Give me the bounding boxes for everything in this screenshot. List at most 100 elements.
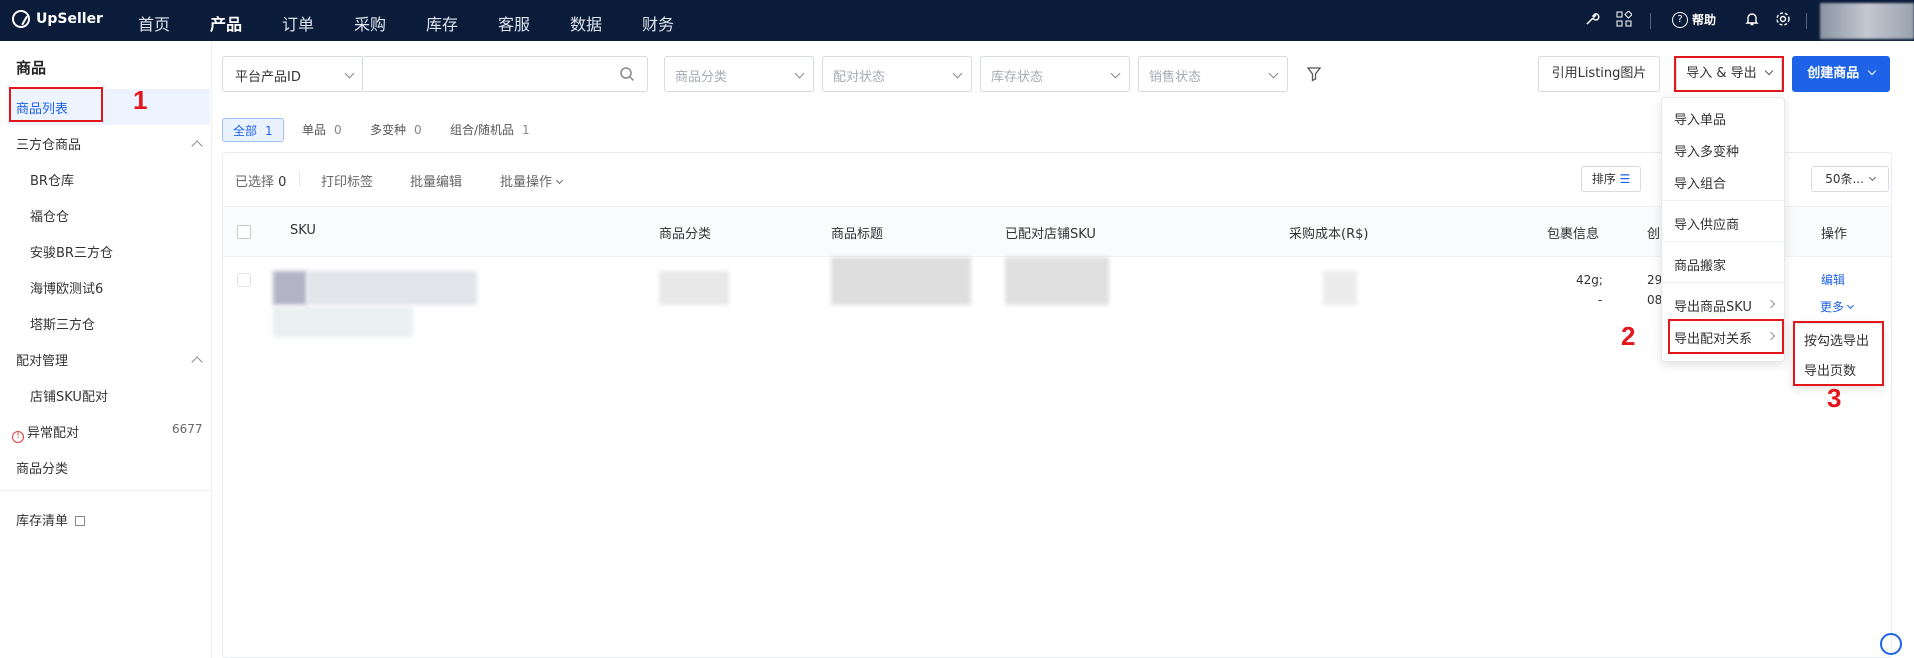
create-product-label: 创建商品 [1807,66,1860,81]
col-created: 创 [1647,227,1661,242]
filter-icon[interactable] [1306,66,1322,86]
nav-products[interactable]: 产品 [210,11,242,35]
package-weight: 42g; [1576,273,1603,287]
sort-button[interactable]: 排序 ☰ [1581,166,1641,192]
chevron-down-icon [794,68,805,79]
col-purchase-cost: 采购成本(R$) [1289,227,1369,242]
stock-status-select[interactable]: 库存状态 [980,56,1130,92]
search-icon[interactable] [619,66,635,86]
chevron-down-icon [1268,68,1279,79]
tab-variant[interactable]: 多变种 0 [370,118,422,142]
menu-import-supplier[interactable]: 导入供应商 [1674,214,1739,233]
sidebar-divider [0,490,212,491]
abnormal-label: 异常配对 [27,426,80,441]
nav-service[interactable]: 客服 [498,11,530,35]
sidebar-item-category[interactable]: 商品分类 [16,458,68,477]
created-date: 29 [1647,273,1663,287]
tab-combo-count: 1 [522,123,530,137]
user-avatar[interactable] [1820,3,1914,39]
help-icon: ? [1672,11,1688,28]
col-actions: 操作 [1821,227,1848,242]
menu-import-combo[interactable]: 导入组合 [1674,173,1726,192]
pair-status-select[interactable]: 配对状态 [822,56,972,92]
category-placeholder: 商品分类 [675,70,728,85]
package-dim: - [1598,293,1603,307]
create-product-button[interactable]: 创建商品 [1792,56,1890,92]
top-nav: UpSeller 首页 产品 订单 采购 库存 客服 数据 财务 ? 帮助 [0,0,1914,41]
sidebar-item-wh-br[interactable]: BR仓库 [30,170,74,189]
sidebar-item-wh-tasi[interactable]: 塔斯三方仓 [30,314,95,333]
tab-single-label: 单品 [302,123,327,137]
sidebar-item-inventory-list[interactable]: 库存清单 [16,510,86,529]
page-size-value: 50条... [1825,172,1864,186]
sidebar-item-abnormal[interactable]: ! 异常配对 [12,422,79,443]
menu-product-move[interactable]: 商品搬家 [1674,255,1726,274]
nav-divider [1650,13,1651,29]
select-all-checkbox[interactable] [237,225,251,239]
app-logo[interactable]: UpSeller [12,10,103,28]
nav-inventory[interactable]: 库存 [426,11,458,35]
help-button[interactable]: ? 帮助 [1672,11,1716,28]
nav-purchase[interactable]: 采购 [354,11,386,35]
sku-text-blurred [307,271,477,305]
menu-import-single[interactable]: 导入单品 [1674,109,1726,128]
search-input[interactable] [362,56,648,92]
tab-all-count: 1 [265,124,273,138]
nav-orders[interactable]: 订单 [282,11,314,35]
app-name: UpSeller [36,11,103,27]
tab-single[interactable]: 单品 0 [302,118,342,142]
edit-link[interactable]: 编辑 [1821,271,1845,288]
tab-combo-label: 组合/随机品 [450,123,515,137]
more-label: 更多 [1820,300,1845,314]
page-size-select[interactable]: 50条... [1811,166,1889,192]
tab-combo[interactable]: 组合/随机品 1 [450,118,530,142]
sidebar-item-store-sku-pairing[interactable]: 店铺SKU配对 [30,386,108,405]
category-blurred [659,271,729,305]
tab-variant-label: 多变种 [370,123,407,137]
gear-icon[interactable] [1775,11,1791,31]
sidebar-item-wh-haibo[interactable]: 海博欧测试6 [30,278,103,297]
sidebar-item-third-party-wh[interactable]: 三方仓商品 [16,134,81,153]
selected-count: 0 [278,175,287,190]
warning-icon: ! [12,431,24,443]
tab-variant-count: 0 [414,123,422,137]
annotation-box-1 [9,87,103,122]
menu-export-sku[interactable]: 导出商品SKU [1674,296,1752,315]
created-time: 08 [1647,293,1663,307]
batch-edit-button[interactable]: 批量编辑 [410,171,462,190]
print-label-button[interactable]: 打印标签 [321,171,373,190]
apps-icon[interactable] [1616,10,1633,31]
sort-icon: ☰ [1619,172,1631,186]
sidebar-item-wh-fu[interactable]: 福仓仓 [30,206,69,225]
more-link[interactable]: 更多 [1820,298,1854,315]
menu-import-variant[interactable]: 导入多变种 [1674,141,1739,160]
listing-image-button[interactable]: 引用Listing图片 [1538,56,1660,92]
batch-ops-button[interactable]: 批量操作 [500,171,564,190]
annotation-number-2: 2 [1621,321,1636,351]
pair-status-placeholder: 配对状态 [833,70,886,85]
sidebar-item-pairing[interactable]: 配对管理 [16,350,68,369]
nav-finance[interactable]: 财务 [642,11,674,35]
tab-single-count: 0 [334,123,342,137]
help-label: 帮助 [1692,13,1717,27]
product-image [273,271,307,305]
sidebar-item-wh-anjun[interactable]: 安骏BR三方仓 [30,242,113,261]
chevron-down-icon [344,68,355,79]
support-icon[interactable] [1880,633,1902,655]
category-select[interactable]: 商品分类 [664,56,814,92]
table-toolbar: 已选择 0 打印标签 批量编辑 批量操作 排序 ☰ 50条... [223,153,1891,207]
chevron-up-icon[interactable] [191,140,203,152]
nav-home[interactable]: 首页 [138,11,170,35]
col-sku: SKU [290,223,316,238]
table-header: SKU 商品分类 商品标题 已配对店铺SKU 采购成本(R$) 包裹信息 创 操… [223,207,1891,257]
annotation-box-2 [1668,319,1784,354]
sale-status-select[interactable]: 销售状态 [1138,56,1288,92]
chevron-up-icon[interactable] [191,356,203,368]
wrench-icon[interactable] [1584,11,1600,31]
bell-icon[interactable] [1744,11,1760,31]
row-checkbox[interactable] [237,273,251,287]
nav-data[interactable]: 数据 [570,11,602,35]
col-package: 包裹信息 [1547,227,1600,242]
id-type-select[interactable]: 平台产品ID [222,56,364,92]
tab-all[interactable]: 全部 1 [222,118,284,142]
